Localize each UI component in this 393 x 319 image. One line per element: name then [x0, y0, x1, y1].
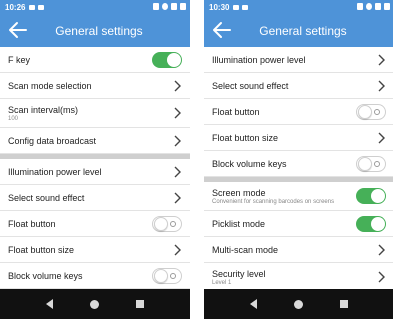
setting-label: Screen mode [212, 187, 266, 198]
setting-label: Select sound effect [8, 192, 85, 203]
navigation-bar [0, 289, 190, 319]
battery-icon [180, 3, 186, 10]
setting-label: Float button size [212, 132, 279, 143]
notification-icon [233, 4, 240, 10]
vibrate-icon [357, 3, 363, 10]
screen-mode-toggle[interactable] [356, 188, 386, 204]
setting-value: 100 [8, 115, 19, 122]
square-recent-icon[interactable] [339, 300, 348, 308]
setting-picklist-mode[interactable]: Picklist mode [204, 211, 393, 237]
setting-f-key[interactable]: F key [0, 47, 190, 73]
square-recent-icon[interactable] [135, 300, 144, 308]
navigation-bar [204, 289, 393, 319]
status-bar: 10:26 [0, 0, 190, 14]
setting-screen-mode[interactable]: Screen mode Convenient for scanning barc… [204, 182, 393, 211]
setting-security-level[interactable]: Security level Level 1 [204, 263, 393, 292]
settings-list: Illumination power level Select sound ef… [204, 47, 393, 292]
chevron-right-icon [174, 244, 181, 255]
picklist-mode-toggle[interactable] [356, 215, 386, 232]
block-volume-keys-toggle[interactable] [152, 267, 182, 284]
float-button-toggle[interactable] [152, 215, 182, 232]
f-key-toggle[interactable] [152, 51, 182, 68]
chevron-right-icon [378, 244, 385, 255]
notification-icon [242, 4, 249, 10]
setting-float-button-size[interactable]: Float button size [204, 125, 393, 151]
setting-float-button[interactable]: Float button [0, 211, 190, 237]
setting-label: Security level [212, 268, 266, 279]
triangle-back-icon[interactable] [250, 299, 258, 309]
setting-label: Config data broadcast [8, 135, 97, 146]
circle-home-icon[interactable] [89, 299, 99, 309]
setting-block-volume-keys[interactable]: Block volume keys [204, 151, 393, 177]
circle-home-icon[interactable] [293, 299, 303, 309]
setting-config-data-broadcast[interactable]: Config data broadcast [0, 128, 190, 154]
notification-icon [29, 4, 36, 10]
setting-label: Float button [8, 218, 56, 229]
setting-scan-interval[interactable]: Scan interval(ms) 100 [0, 99, 190, 128]
status-bar: 10:30 [204, 0, 393, 14]
setting-multi-scan-mode[interactable]: Multi-scan mode [204, 237, 393, 263]
setting-scan-mode-selection[interactable]: Scan mode selection [0, 73, 190, 99]
setting-label: Scan mode selection [8, 80, 92, 91]
setting-float-button-size[interactable]: Float button size [0, 237, 190, 263]
app-bar: General settings [0, 14, 190, 47]
battery-icon [384, 3, 390, 10]
status-icons [357, 3, 390, 10]
setting-label: Multi-scan mode [212, 244, 279, 255]
app-bar: General settings [204, 14, 393, 47]
setting-value: Level 1 [212, 279, 232, 286]
location-icon [366, 3, 372, 10]
settings-list: F key Scan mode selection Scan interval(… [0, 47, 190, 289]
chevron-right-icon [174, 135, 181, 146]
wifi-icon [171, 3, 177, 10]
setting-illumination-power-level[interactable]: Illumination power level [0, 159, 190, 185]
setting-float-button[interactable]: Float button [204, 99, 393, 125]
phone-screen-left: 10:26 General settings F key Scan mode s… [0, 0, 190, 319]
chevron-right-icon [378, 80, 385, 91]
chevron-right-icon [378, 271, 385, 283]
chevron-right-icon [174, 166, 181, 177]
chevron-right-icon [174, 80, 181, 91]
triangle-back-icon[interactable] [46, 299, 54, 309]
setting-label: Illumination power level [212, 54, 306, 65]
chevron-right-icon [174, 192, 181, 203]
chevron-right-icon [378, 132, 385, 143]
setting-label: Block volume keys [8, 270, 83, 281]
chevron-right-icon [174, 107, 181, 119]
setting-label: F key [8, 54, 31, 65]
setting-description: Convenient for scanning barcodes on scre… [212, 198, 335, 205]
setting-label: Scan interval(ms) [8, 104, 79, 115]
setting-label: Float button size [8, 244, 75, 255]
setting-select-sound-effect[interactable]: Select sound effect [0, 185, 190, 211]
location-icon [162, 3, 168, 10]
setting-illumination-power-level[interactable]: Illumination power level [204, 47, 393, 73]
float-button-toggle[interactable] [356, 103, 386, 120]
chevron-right-icon [378, 54, 385, 65]
notification-icon [38, 4, 45, 10]
setting-label: Illumination power level [8, 166, 102, 177]
block-volume-keys-toggle[interactable] [356, 155, 386, 172]
vibrate-icon [153, 3, 159, 10]
wifi-icon [375, 3, 381, 10]
arrow-left-icon[interactable] [210, 18, 234, 42]
status-icons [153, 3, 186, 10]
arrow-left-icon[interactable] [6, 18, 30, 42]
phone-screen-right: 10:30 General settings Illumination powe… [204, 0, 393, 319]
setting-select-sound-effect[interactable]: Select sound effect [204, 73, 393, 99]
setting-label: Select sound effect [212, 80, 289, 91]
setting-block-volume-keys[interactable]: Block volume keys [0, 263, 190, 289]
setting-label: Block volume keys [212, 158, 287, 169]
status-time: 10:30 [209, 2, 230, 12]
setting-label: Float button [212, 106, 260, 117]
status-time: 10:26 [5, 2, 26, 12]
setting-label: Picklist mode [212, 218, 266, 229]
